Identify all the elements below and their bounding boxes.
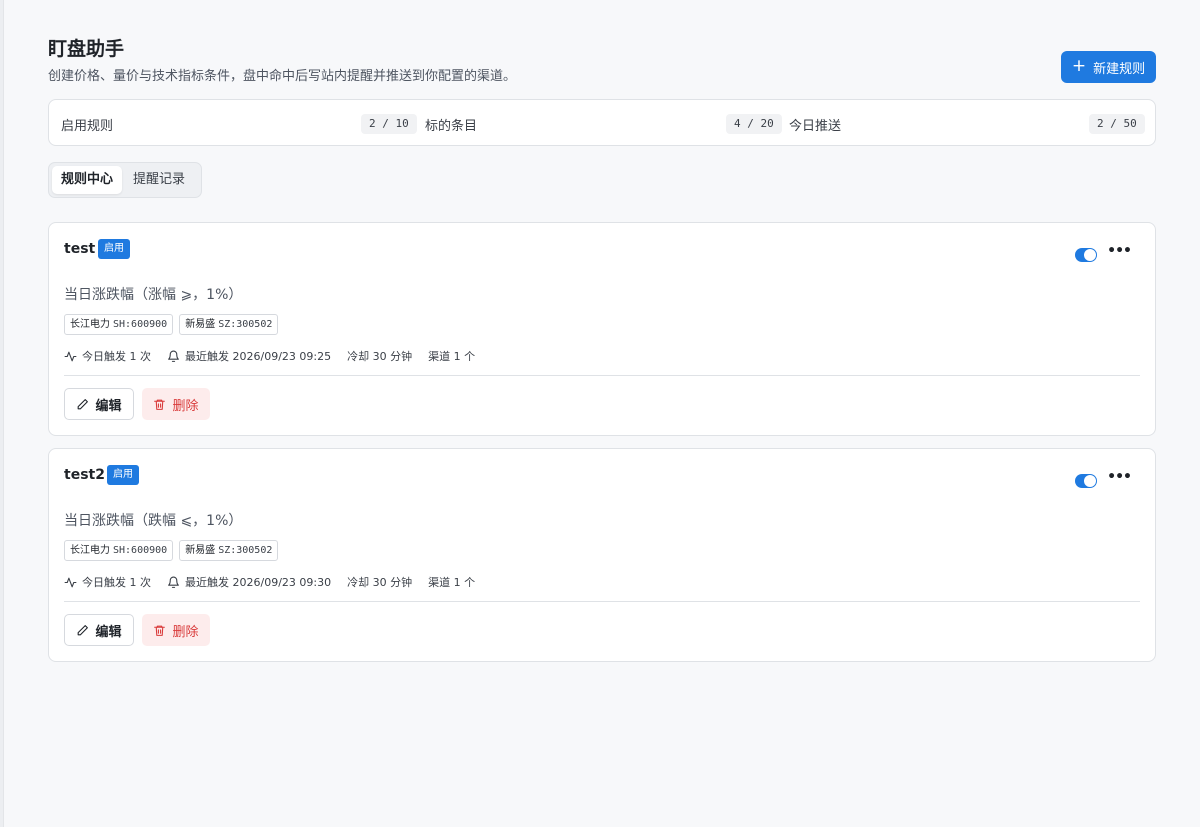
last-trigger-text: 最近触发 2026/09/23 09:30 [185,576,332,589]
rule-card: test2 启用 ••• 当日涨跌幅（跌幅 ⩽，1%） 长江电力 SH:60090… [48,448,1156,662]
stat-symbols-label: 标的条目 [425,119,478,134]
last-trigger-text: 最近触发 2026/09/23 09:25 [185,350,332,363]
rule-card: test 启用 ••• 当日涨跌幅（涨幅 ⩾，1%） 长江电力 SH:600900… [48,222,1156,436]
stat-symbols-value: 4 / 20 [726,114,782,134]
edit-label: 编辑 [95,623,122,639]
status-badge: 启用 [107,465,139,485]
plus-icon: + [1071,55,1087,76]
symbol-name: 新易盛 [185,545,216,556]
rule-enabled-toggle[interactable] [1075,474,1097,488]
symbol-code: SH:600900 [113,545,168,556]
today-triggers-text: 今日触发 1 次 [82,350,151,363]
more-options-icon[interactable]: ••• [1107,243,1132,259]
delete-button[interactable]: 删除 [142,388,210,420]
symbol-chips: 长江电力 SH:600900 新易盛 SZ:300502 [64,540,279,561]
more-options-icon[interactable]: ••• [1107,469,1132,485]
symbol-chip: 长江电力 SH:600900 [64,540,174,561]
symbol-code: SZ:300502 [218,545,273,556]
today-triggers: 今日触发 1 次 [64,348,151,364]
symbol-name: 长江电力 [70,319,110,330]
page: 盯盘助手 创建价格、量价与技术指标条件，盘中命中后写站内提醒并推送到你配置的渠道… [48,0,1156,662]
page-title: 盯盘助手 [48,38,125,60]
symbol-code: SZ:300502 [218,319,273,330]
rule-name: test2 [64,467,105,483]
delete-label: 删除 [172,397,199,413]
edit-label: 编辑 [95,397,122,413]
stat-enabled-rules-label: 启用规则 [61,119,114,134]
symbol-chip: 新易盛 SZ:300502 [179,314,279,335]
rule-meta: 今日触发 1 次 最近触发 2026/09/23 09:25 冷却 30 分钟 … [64,348,491,364]
bell-icon [168,576,179,588]
tab-bar: 规则中心 提醒记录 [48,162,202,198]
tab-alert-history[interactable]: 提醒记录 [124,166,194,194]
new-rule-button[interactable]: + 新建规则 [1061,51,1156,83]
activity-icon [64,577,77,587]
page-header: 盯盘助手 创建价格、量价与技术指标条件，盘中命中后写站内提醒并推送到你配置的渠道… [48,0,1156,98]
stat-enabled-rules-value: 2 / 10 [361,114,417,134]
stat-pushes-label: 今日推送 [789,119,842,134]
pencil-icon [78,624,89,635]
stat-pushes-value: 2 / 50 [1089,114,1145,134]
rule-meta: 今日触发 1 次 最近触发 2026/09/23 09:30 冷却 30 分钟 … [64,574,491,590]
channels: 渠道 1 个 [428,576,476,589]
stats-bar: 启用规则 2 / 10 标的条目 4 / 20 今日推送 2 / 50 [48,99,1156,146]
symbol-code: SH:600900 [113,319,168,330]
trash-icon [154,399,166,410]
symbol-chip: 长江电力 SH:600900 [64,314,174,335]
rule-name: test [64,241,96,257]
cooldown: 冷却 30 分钟 [347,576,413,589]
trash-icon [154,625,166,636]
symbol-name: 长江电力 [70,545,110,556]
tab-rule-center[interactable]: 规则中心 [52,166,123,194]
card-divider [64,375,1140,376]
rule-condition: 当日涨跌幅（涨幅 ⩾，1%） [64,287,243,303]
rule-enabled-toggle[interactable] [1075,248,1097,262]
symbol-chips: 长江电力 SH:600900 新易盛 SZ:300502 [64,314,279,335]
symbol-chip: 新易盛 SZ:300502 [179,540,279,561]
edit-button[interactable]: 编辑 [64,614,134,646]
activity-icon [64,351,77,361]
today-triggers-text: 今日触发 1 次 [82,576,151,589]
delete-label: 删除 [172,623,199,639]
last-trigger: 最近触发 2026/09/23 09:25 [167,348,331,364]
delete-button[interactable]: 删除 [142,614,210,646]
symbol-name: 新易盛 [185,319,216,330]
card-divider [64,601,1140,602]
last-trigger: 最近触发 2026/09/23 09:30 [167,574,331,590]
new-rule-label: 新建规则 [1093,61,1146,77]
cooldown: 冷却 30 分钟 [347,350,413,363]
today-triggers: 今日触发 1 次 [64,574,151,590]
status-badge: 启用 [98,239,130,259]
pencil-icon [78,398,89,409]
rule-condition: 当日涨跌幅（跌幅 ⩽，1%） [64,513,243,529]
bell-icon [168,350,179,362]
channels: 渠道 1 个 [428,350,476,363]
edit-button[interactable]: 编辑 [64,388,134,420]
left-edge-divider [0,0,4,827]
page-subtitle: 创建价格、量价与技术指标条件，盘中命中后写站内提醒并推送到你配置的渠道。 [48,69,517,84]
